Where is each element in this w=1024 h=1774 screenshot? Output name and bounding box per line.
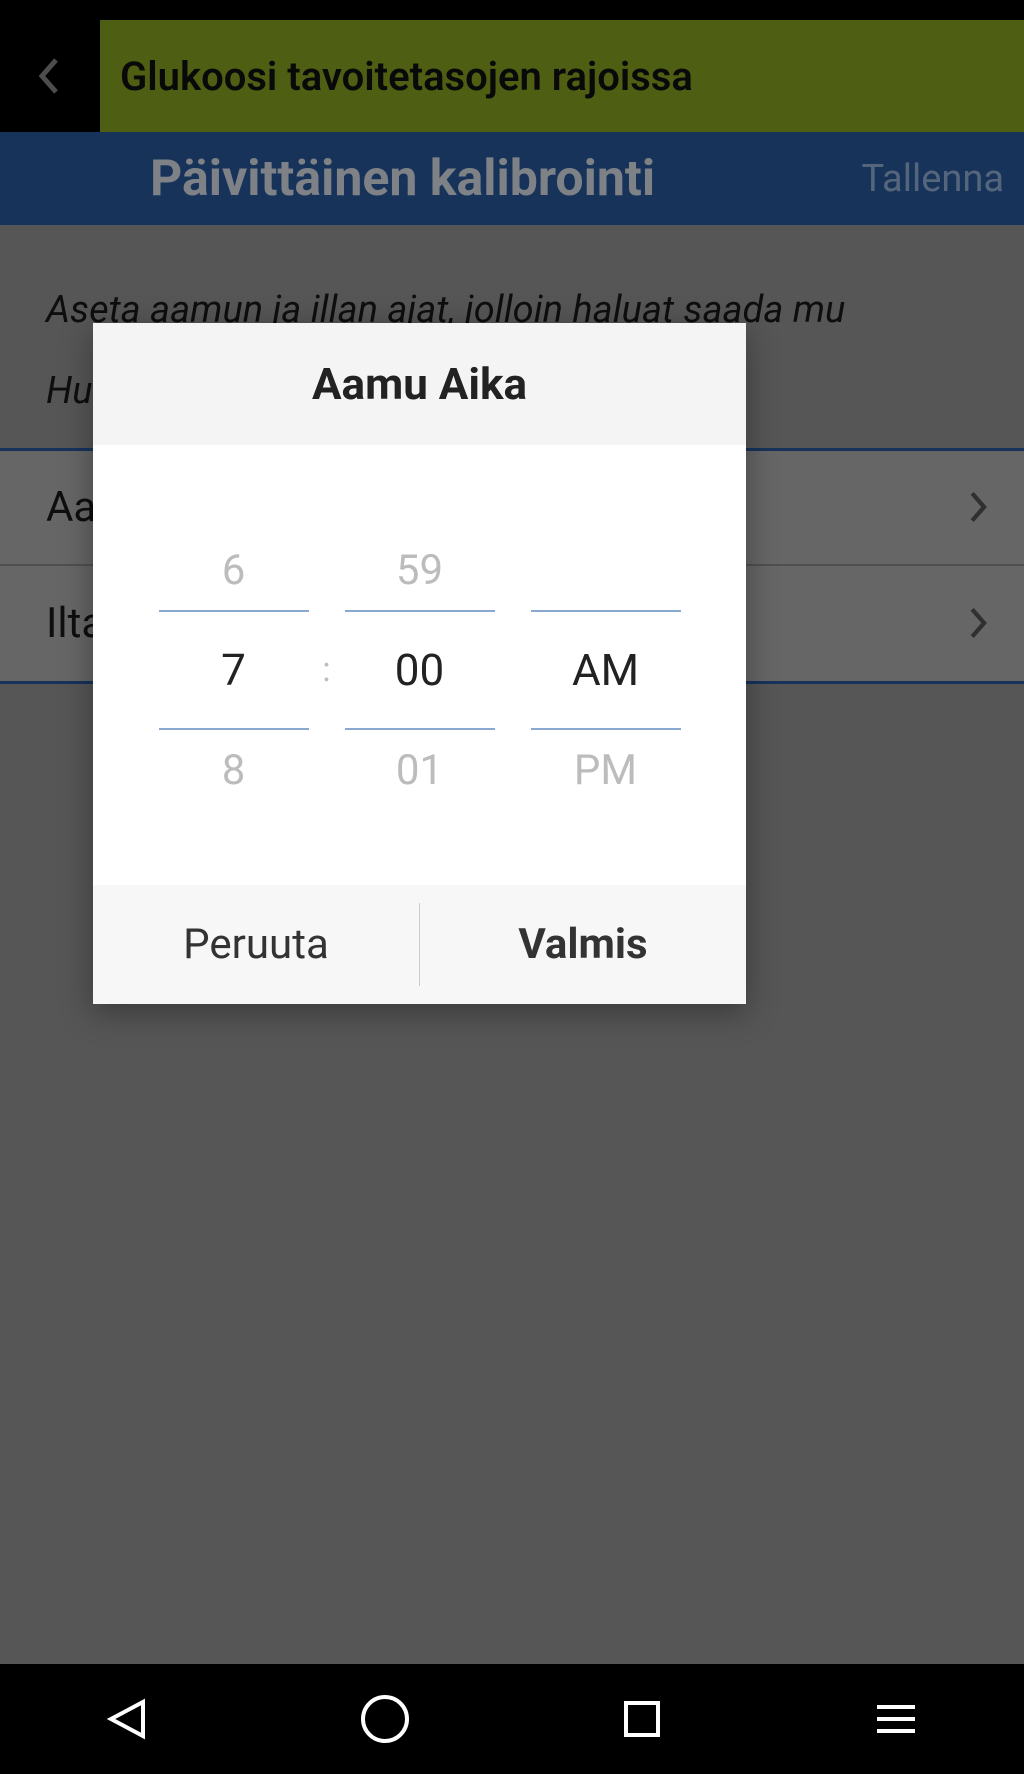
hour-prev: 6	[159, 530, 309, 610]
ampm-current: AM	[531, 610, 681, 730]
ampm-next: PM	[531, 730, 681, 810]
dialog-title: Aamu Aika	[93, 323, 746, 445]
status-bar	[0, 0, 1024, 20]
hour-next: 8	[159, 730, 309, 810]
nav-recents-icon[interactable]	[618, 1695, 666, 1743]
done-button[interactable]: Valmis	[420, 885, 746, 1004]
minute-current: 00	[345, 610, 495, 730]
minute-prev: 59	[345, 530, 495, 610]
time-colon: :	[309, 650, 345, 690]
nav-back-icon[interactable]	[103, 1694, 153, 1744]
picker-area: 6 7 8 : 59 00 01 AM PM	[93, 445, 746, 885]
cancel-button[interactable]: Peruuta	[93, 885, 419, 1004]
time-picker-dialog: Aamu Aika 6 7 8 : 59 00 01 AM PM Peruuta	[93, 323, 746, 1004]
system-nav-bar	[0, 1664, 1024, 1774]
minute-next: 01	[345, 730, 495, 810]
nav-home-icon[interactable]	[358, 1692, 412, 1746]
minute-wheel[interactable]: 59 00 01	[345, 530, 495, 810]
ampm-wheel[interactable]: AM PM	[531, 530, 681, 810]
nav-menu-icon[interactable]	[871, 1699, 921, 1739]
dialog-footer: Peruuta Valmis	[93, 885, 746, 1004]
hour-wheel[interactable]: 6 7 8	[159, 530, 309, 810]
ampm-prev	[531, 530, 681, 610]
hour-current: 7	[159, 610, 309, 730]
